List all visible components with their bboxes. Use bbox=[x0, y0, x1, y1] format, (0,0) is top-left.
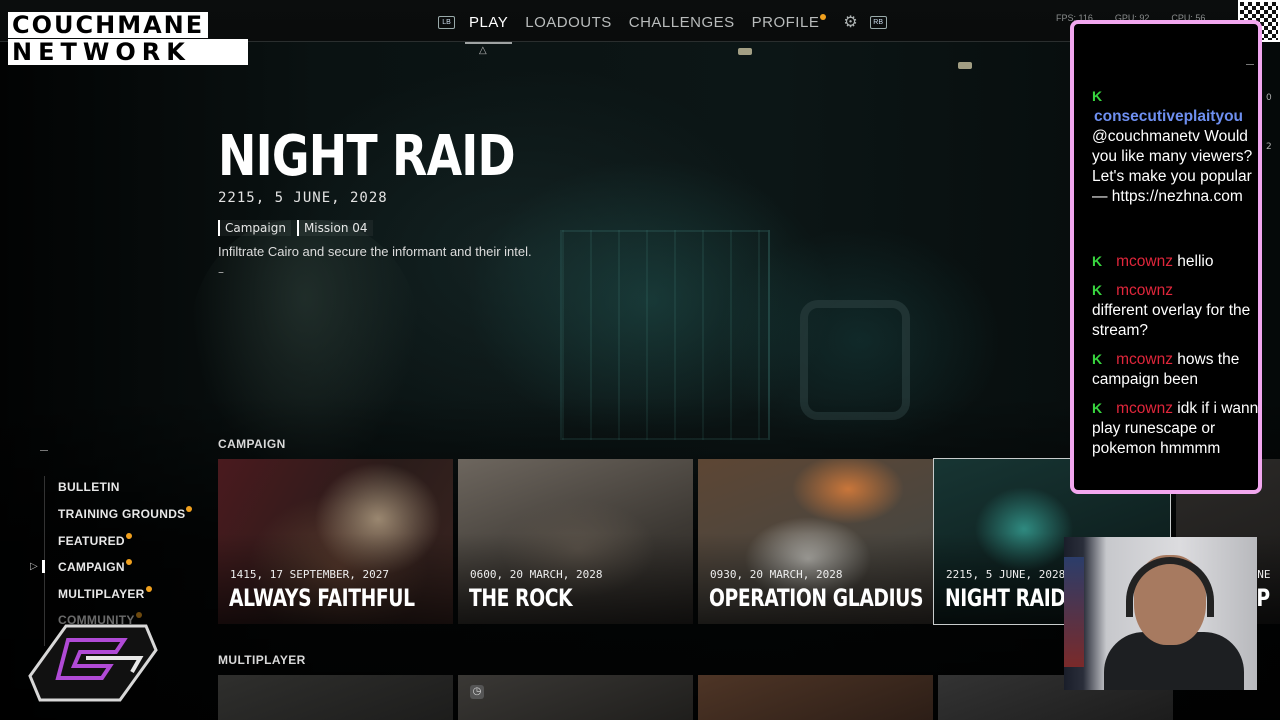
card-date: 0600, 20 MARCH, 2028 bbox=[470, 568, 603, 581]
menu-item-label: FEATURED bbox=[58, 534, 125, 548]
notification-dot bbox=[125, 533, 132, 539]
chat-message: Kmcownz idk if i wanna play runescape or… bbox=[1092, 398, 1258, 459]
menu-item-label: BULLETIN bbox=[58, 480, 120, 494]
multiplayer-card[interactable]: ◷ bbox=[458, 675, 693, 720]
kick-icon: K bbox=[1092, 400, 1103, 416]
menu-item-label: MULTIPLAYER bbox=[58, 587, 145, 601]
rb-button-icon[interactable]: RB bbox=[869, 15, 887, 29]
notification-dot bbox=[145, 586, 152, 592]
gear-icon[interactable]: ⚙ bbox=[843, 12, 857, 32]
notification-dot bbox=[125, 559, 132, 565]
mission-description: Infiltrate Cairo and secure the informan… bbox=[218, 244, 532, 259]
tab-play[interactable]: PLAY bbox=[464, 14, 513, 44]
chat-mark bbox=[1246, 64, 1254, 65]
card-date: 0930, 20 MARCH, 2028 bbox=[710, 568, 843, 581]
menu-top-mark bbox=[40, 450, 48, 451]
kick-icon: K bbox=[1092, 282, 1103, 298]
couchmane-network-logo: COUCHMANE NETWORK bbox=[8, 12, 248, 66]
mission-title: NIGHT RAID bbox=[218, 124, 516, 189]
tab-loadouts[interactable]: LOADOUTS bbox=[525, 14, 612, 31]
menu-item-bulletin[interactable]: BULLETIN bbox=[58, 480, 120, 494]
logo-line-2: NETWORK bbox=[8, 39, 248, 65]
streamer-webcam bbox=[1064, 537, 1257, 690]
selection-arrow-icon: ▷ bbox=[30, 561, 38, 572]
selection-bar bbox=[42, 560, 45, 573]
card-title: OPERATION GLADIUS bbox=[709, 584, 924, 612]
lb-button-icon[interactable]: LB bbox=[438, 15, 455, 29]
network-emblem-logo bbox=[28, 624, 158, 702]
chat-message: Kmcownz hellio bbox=[1092, 251, 1258, 272]
mission-header: NIGHT RAID 2215, 5 JUNE, 2028 Campaign M… bbox=[218, 126, 580, 279]
campaign-card-operation-gladius[interactable]: 0930, 20 MARCH, 2028 OPERATION GLADIUS bbox=[698, 459, 933, 624]
mission-tag-number: Mission 04 bbox=[296, 220, 373, 236]
chat-username: mcownz bbox=[1116, 282, 1173, 299]
campaign-card-the-rock[interactable]: 0600, 20 MARCH, 2028 THE ROCK bbox=[458, 459, 693, 624]
menu-item-training-grounds[interactable]: TRAINING GROUNDS bbox=[58, 506, 193, 521]
kick-icon: K bbox=[1092, 88, 1103, 104]
side-count: 0 bbox=[1266, 93, 1272, 103]
tab-challenges[interactable]: CHALLENGES bbox=[629, 14, 735, 31]
notification-dot bbox=[186, 506, 193, 512]
chat-text: hellio bbox=[1177, 253, 1214, 270]
card-date: 1415, 17 SEPTEMBER, 2027 bbox=[230, 568, 389, 581]
clock-icon: ◷ bbox=[470, 685, 484, 699]
chat-message: K consecutiveplaityou @couchmanetv Would… bbox=[1092, 86, 1258, 207]
side-count: 2 bbox=[1266, 142, 1272, 152]
card-title: ALWAYS FAITHFUL bbox=[229, 584, 415, 612]
kick-icon: K bbox=[1092, 253, 1103, 269]
campaign-card-always-faithful[interactable]: 1415, 17 SEPTEMBER, 2027 ALWAYS FAITHFUL bbox=[218, 459, 453, 624]
section-label-multiplayer: MULTIPLAYER bbox=[218, 653, 306, 667]
multiplayer-card[interactable] bbox=[698, 675, 933, 720]
active-tab-caret-icon: △ bbox=[479, 45, 487, 56]
multiplayer-card[interactable] bbox=[218, 675, 453, 720]
menu-item-label: TRAINING GROUNDS bbox=[58, 507, 186, 521]
card-title: THE ROCK bbox=[469, 584, 573, 612]
tab-profile-label: PROFILE bbox=[751, 13, 820, 31]
nav-tabs: LB PLAY LOADOUTS CHALLENGES PROFILE ⚙ RB bbox=[438, 12, 887, 44]
logo-line-1: COUCHMANE bbox=[8, 12, 209, 38]
menu-item-featured[interactable]: FEATURED bbox=[58, 533, 132, 548]
menu-item-label: CAMPAIGN bbox=[58, 560, 125, 574]
kick-icon: K bbox=[1092, 351, 1103, 367]
card-title: NIGHT RAID bbox=[945, 584, 1066, 612]
chat-message: Kmcownz hows the campaign been bbox=[1092, 349, 1258, 390]
chat-username: consecutiveplaityou bbox=[1094, 108, 1244, 125]
card-date: 2215, 5 JUNE, 2028 bbox=[946, 568, 1066, 581]
mission-tag-mode: Campaign bbox=[218, 220, 291, 236]
chat-message: Kmcownz different overlay for the stream… bbox=[1092, 280, 1258, 341]
mission-tags: Campaign Mission 04 bbox=[218, 220, 580, 236]
tab-profile[interactable]: PROFILE bbox=[751, 13, 827, 31]
headphones-icon bbox=[1126, 557, 1214, 617]
stream-chat-overlay: K consecutiveplaityou @couchmanetv Would… bbox=[1070, 20, 1262, 494]
notification-dot bbox=[820, 13, 827, 20]
mission-date: 2215, 5 JUNE, 2028 bbox=[218, 190, 388, 206]
chat-text: @couchmanetv Would you like many viewers… bbox=[1092, 128, 1253, 205]
menu-item-campaign[interactable]: CAMPAIGN bbox=[58, 559, 132, 574]
mission-dash: – bbox=[218, 265, 224, 279]
chat-username: mcownz bbox=[1116, 351, 1173, 368]
webcam-poster bbox=[1064, 557, 1084, 667]
chat-username: mcownz bbox=[1116, 400, 1173, 417]
section-label-campaign: CAMPAIGN bbox=[218, 437, 286, 451]
chat-username: mcownz bbox=[1116, 253, 1173, 270]
chat-text: different overlay for the stream? bbox=[1092, 302, 1251, 339]
menu-item-multiplayer[interactable]: MULTIPLAYER bbox=[58, 586, 152, 601]
